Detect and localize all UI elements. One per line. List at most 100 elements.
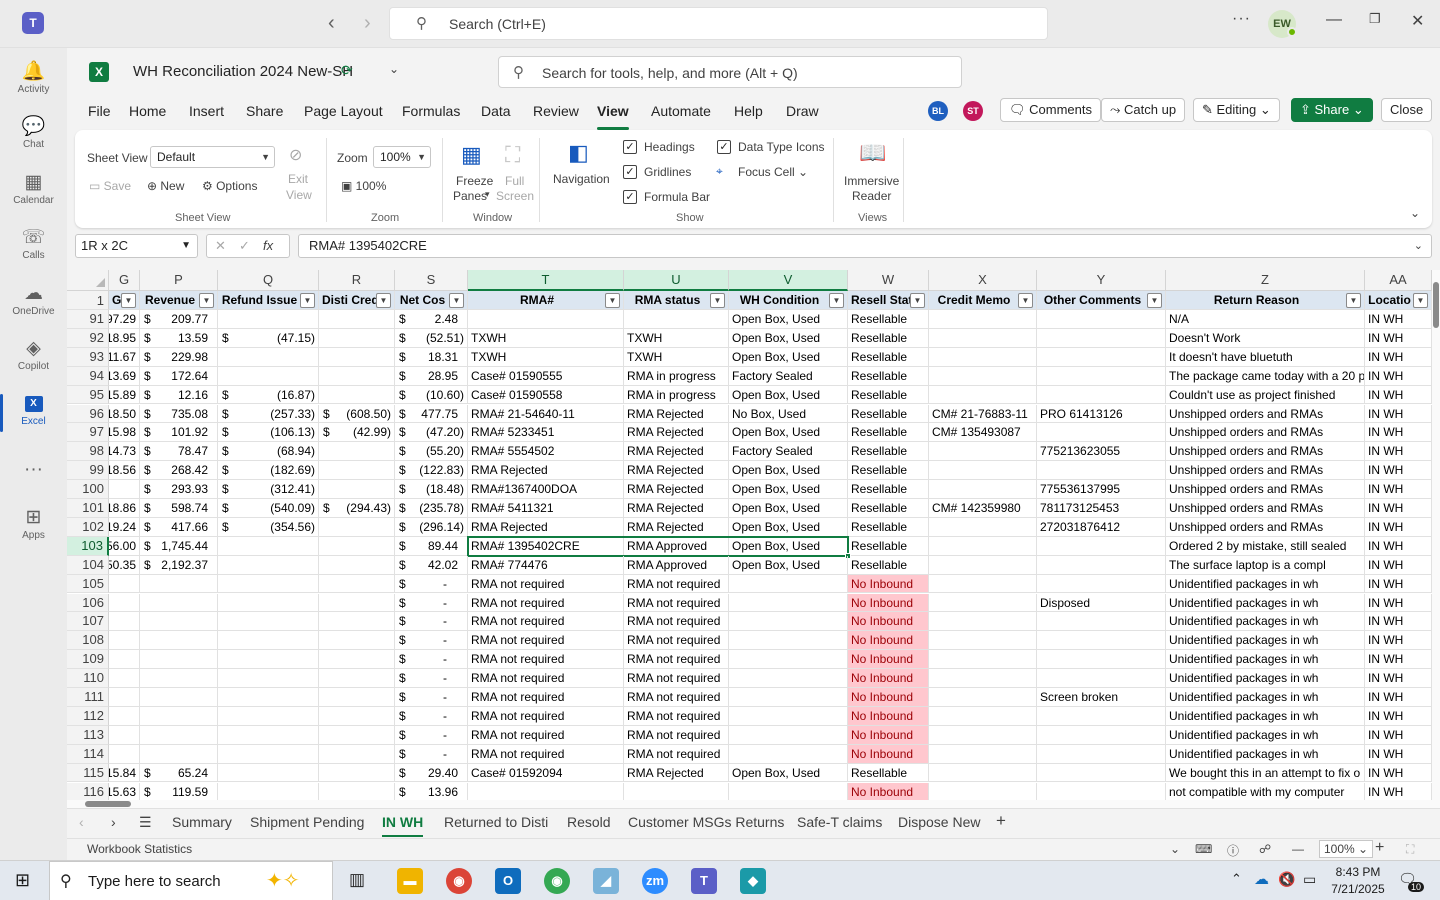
- table-cell[interactable]: [929, 517, 1037, 537]
- table-cell[interactable]: [218, 782, 319, 802]
- table-cell[interactable]: [109, 480, 140, 499]
- tab-share[interactable]: Share: [246, 103, 283, 119]
- comments-button[interactable]: 🗨 Comments: [1000, 98, 1101, 122]
- table-cell[interactable]: IN WH: [1365, 347, 1432, 367]
- table-cell[interactable]: $ (52.51): [395, 328, 468, 348]
- table-cell[interactable]: [729, 744, 848, 764]
- table-cell[interactable]: [624, 310, 729, 329]
- table-cell[interactable]: IN WH: [1365, 725, 1432, 745]
- freeze-panes-button[interactable]: Freeze: [456, 174, 493, 188]
- table-cell[interactable]: [140, 612, 218, 632]
- more-options-icon[interactable]: ···: [1232, 10, 1251, 28]
- row-header[interactable]: 104: [67, 555, 109, 575]
- collaborator-avatar[interactable]: BL: [928, 101, 948, 121]
- table-cell[interactable]: [319, 517, 395, 537]
- table-cell[interactable]: [140, 669, 218, 688]
- table-cell[interactable]: RMA# 5411321: [468, 499, 624, 518]
- row-header[interactable]: 97: [67, 423, 109, 443]
- table-cell[interactable]: RMA not required: [624, 593, 729, 613]
- table-cell[interactable]: Open Box, Used: [729, 480, 848, 499]
- table-cell[interactable]: IN WH: [1365, 593, 1432, 613]
- table-cell[interactable]: [218, 744, 319, 764]
- sheet-tab-customer-msgs-returns[interactable]: Customer MSGs Returns: [628, 814, 784, 830]
- table-cell[interactable]: [1037, 612, 1166, 632]
- table-cell[interactable]: $12.16: [140, 385, 218, 405]
- table-cell[interactable]: IN WH: [1365, 763, 1432, 783]
- table-cell[interactable]: 15.84: [109, 763, 140, 783]
- table-cell[interactable]: [319, 631, 395, 651]
- table-cell[interactable]: $ -: [395, 725, 468, 745]
- table-cell[interactable]: 18.86: [109, 499, 140, 518]
- chrome-icon[interactable]: ◉: [446, 868, 472, 894]
- table-cell[interactable]: [319, 612, 395, 632]
- table-cell[interactable]: Resellable: [848, 347, 929, 367]
- name-box[interactable]: 1R x 2C ▼: [75, 234, 198, 258]
- table-cell[interactable]: Unshipped orders and RMAs: [1166, 480, 1365, 499]
- table-cell[interactable]: 97.29: [109, 310, 140, 329]
- table-header-cell[interactable]: Revenue ▼: [140, 291, 218, 310]
- new-view-button[interactable]: ⊕ New: [147, 179, 184, 193]
- chevron-down-icon[interactable]: ⌄: [389, 62, 399, 76]
- filter-dropdown-icon[interactable]: ▼: [199, 293, 214, 308]
- table-cell[interactable]: N/A: [1166, 310, 1365, 329]
- table-cell[interactable]: [1037, 706, 1166, 726]
- sheet-tab-summary[interactable]: Summary: [172, 814, 232, 830]
- document-title[interactable]: WH Reconciliation 2024 New-SH: [133, 63, 353, 80]
- column-header-v[interactable]: V: [729, 270, 848, 291]
- table-cell[interactable]: [319, 536, 395, 556]
- network-icon[interactable]: ▭: [1303, 871, 1316, 888]
- table-cell[interactable]: IN WH: [1365, 480, 1432, 499]
- table-cell[interactable]: IN WH: [1365, 669, 1432, 688]
- table-cell[interactable]: RMA Rejected: [468, 517, 624, 537]
- navigation-button[interactable]: Navigation: [553, 172, 610, 186]
- table-cell[interactable]: $ (47.15): [218, 328, 319, 348]
- table-cell[interactable]: [109, 574, 140, 594]
- cancel-icon[interactable]: ✕: [215, 235, 226, 257]
- ribbon-collapse-icon[interactable]: ⌄: [1410, 206, 1420, 220]
- windows-start-icon[interactable]: ⊞: [15, 870, 30, 891]
- table-cell[interactable]: [1037, 650, 1166, 670]
- row-header[interactable]: 93: [67, 347, 109, 367]
- table-cell[interactable]: $29.40: [395, 763, 468, 783]
- row-header[interactable]: 107: [67, 612, 109, 632]
- table-cell[interactable]: [468, 782, 624, 802]
- table-cell[interactable]: No Inbound: [848, 688, 929, 707]
- table-cell[interactable]: $1,745.44: [140, 536, 218, 556]
- table-cell[interactable]: RMA not required: [468, 593, 624, 613]
- table-cell[interactable]: RMA# 21-54640-11: [468, 404, 624, 424]
- table-cell[interactable]: $172.64: [140, 366, 218, 386]
- column-header-r[interactable]: R: [319, 270, 395, 291]
- table-cell[interactable]: [929, 725, 1037, 745]
- table-cell[interactable]: [319, 347, 395, 367]
- table-cell[interactable]: RMA# 5554502: [468, 442, 624, 462]
- chevron-up-icon[interactable]: ⌃: [1231, 871, 1242, 887]
- table-cell[interactable]: $229.98: [140, 347, 218, 367]
- table-cell[interactable]: IN WH: [1365, 499, 1432, 518]
- tab-page-layout[interactable]: Page Layout: [304, 103, 383, 119]
- table-header-cell[interactable]: Return Reason ▼: [1166, 291, 1365, 310]
- table-cell[interactable]: IN WH: [1365, 310, 1432, 329]
- table-cell[interactable]: Open Box, Used: [729, 555, 848, 575]
- filter-dropdown-icon[interactable]: ▼: [121, 293, 136, 308]
- table-cell[interactable]: IN WH: [1365, 385, 1432, 405]
- table-cell[interactable]: No Box, Used: [729, 404, 848, 424]
- table-cell[interactable]: [109, 688, 140, 707]
- row-header[interactable]: 109: [67, 650, 109, 670]
- table-cell[interactable]: IN WH: [1365, 423, 1432, 443]
- table-cell[interactable]: Unshipped orders and RMAs: [1166, 404, 1365, 424]
- help-icon[interactable]: ⓘ: [1227, 842, 1239, 859]
- table-cell[interactable]: RMA not required: [468, 612, 624, 632]
- table-cell[interactable]: No Inbound: [848, 725, 929, 745]
- chrome-profile-icon[interactable]: ◉: [544, 868, 570, 894]
- table-cell[interactable]: [140, 688, 218, 707]
- table-cell[interactable]: $ (16.87): [218, 385, 319, 405]
- feedback-icon[interactable]: ☍: [1259, 842, 1271, 856]
- select-all-corner[interactable]: [67, 270, 109, 291]
- table-cell[interactable]: [929, 631, 1037, 651]
- table-cell[interactable]: $477.75: [395, 404, 468, 424]
- table-cell[interactable]: TXWH: [624, 347, 729, 367]
- table-cell[interactable]: Resellable: [848, 763, 929, 783]
- filter-dropdown-icon[interactable]: ▼: [910, 293, 925, 308]
- sheet-tab-dispose-new[interactable]: Dispose New: [898, 814, 980, 830]
- table-cell[interactable]: [929, 347, 1037, 367]
